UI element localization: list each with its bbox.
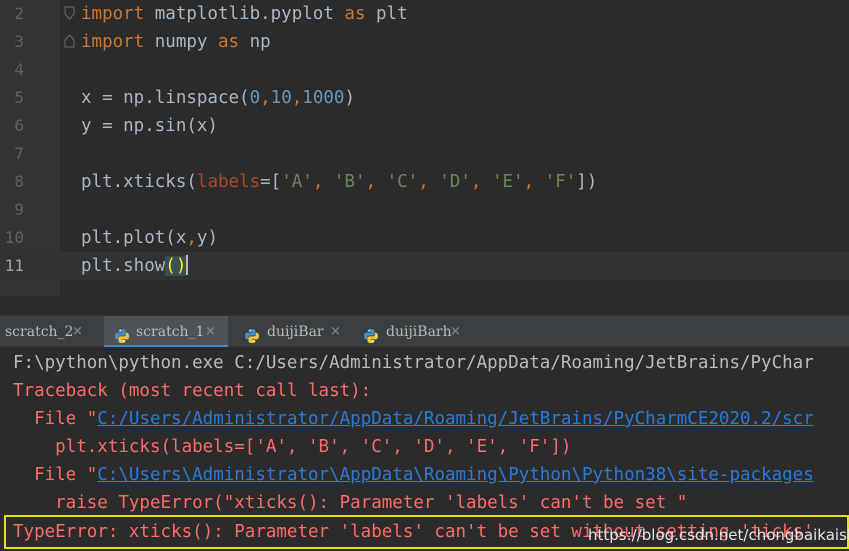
- code-token: ,: [312, 172, 334, 192]
- code-token: 'E': [491, 172, 524, 192]
- code-line[interactable]: 3 import numpy as np: [0, 28, 849, 56]
- close-icon[interactable]: ×: [72, 316, 83, 348]
- code-token: ,: [523, 172, 545, 192]
- code-token: matplotlib.pyplot: [144, 4, 345, 24]
- code-token: import: [81, 32, 145, 52]
- file-prefix: File ": [13, 409, 98, 429]
- tab-label: duijiBar: [267, 324, 324, 340]
- code-text: plt.xticks(labels=['A', 'B', 'C', 'D', '…: [81, 168, 597, 196]
- code-line[interactable]: 9: [0, 196, 849, 224]
- code-token: ]): [576, 172, 598, 192]
- code-token: (): [165, 256, 187, 276]
- line-number: 3: [14, 32, 24, 51]
- code-line[interactable]: 6 y = np.sin(x): [0, 112, 849, 140]
- code-text: import matplotlib.pyplot as plt: [81, 0, 408, 28]
- close-icon[interactable]: ×: [205, 316, 216, 348]
- python-icon: [244, 324, 260, 343]
- tab-scratch-1[interactable]: scratch_1 ×: [104, 316, 228, 348]
- code-token: 'B': [333, 172, 366, 192]
- line-number: 4: [14, 60, 24, 79]
- code-text: plt.plot(x,y): [81, 224, 218, 252]
- code-line[interactable]: 5x = np.linspace(0,10,1000): [0, 84, 849, 112]
- console-command-line: F:\python\python.exe C:/Users/Administra…: [13, 353, 814, 373]
- code-line[interactable]: 2 import matplotlib.pyplot as plt: [0, 0, 849, 28]
- python-icon: [363, 324, 379, 343]
- traceback-file-line: File "C:\Users\Administrator\AppData\Roa…: [13, 461, 814, 489]
- tab-label: scratch_2: [5, 324, 74, 340]
- code-token: plt.show: [81, 256, 166, 276]
- fold-open-icon[interactable]: [64, 6, 75, 20]
- code-token: y = np.sin(x): [81, 116, 218, 136]
- traceback-file-line: File "C:/Users/Administrator/AppData/Roa…: [13, 405, 814, 433]
- code-token: 1000: [302, 88, 345, 108]
- line-number: 5: [14, 88, 24, 107]
- line-number: 8: [14, 172, 24, 191]
- python-icon: [114, 324, 130, 343]
- code-token: =[: [260, 172, 282, 192]
- code-token: ,: [291, 88, 303, 108]
- code-token: as: [217, 32, 240, 52]
- code-token: x = np.linspace(: [81, 88, 250, 108]
- traceback-header: Traceback (most recent call last):: [13, 381, 372, 401]
- code-token: ): [344, 88, 355, 108]
- code-token: y): [196, 228, 218, 248]
- code-token: 0: [249, 88, 261, 108]
- fold-close-icon[interactable]: [64, 34, 75, 48]
- tab-label: scratch_1: [136, 324, 205, 340]
- line-number: 7: [14, 144, 24, 163]
- line-number: 11: [4, 256, 24, 275]
- code-token: ,: [470, 172, 492, 192]
- traceback-code-line: raise TypeError("xticks(): Parameter 'la…: [13, 493, 688, 513]
- tab-label: duijiBarh: [386, 324, 452, 340]
- traceback-code-line: plt.xticks(labels=['A', 'B', 'C', 'D', '…: [13, 437, 572, 457]
- code-token: plt.xticks(: [81, 172, 197, 192]
- code-token: ,: [186, 228, 197, 248]
- code-line[interactable]: 7: [0, 140, 849, 168]
- file-path-link[interactable]: C:/Users/Administrator/AppData/Roaming/J…: [97, 409, 813, 429]
- close-icon[interactable]: ×: [330, 316, 341, 348]
- code-token: plt: [365, 4, 408, 24]
- code-token: plt.plot(x: [81, 228, 187, 248]
- watermark: https://blog.csdn.net/chongbaikaishi: [588, 526, 849, 544]
- code-token: labels: [196, 172, 261, 192]
- code-token: as: [344, 4, 366, 24]
- code-line[interactable]: 11 plt.show(): [0, 252, 849, 280]
- code-text: y = np.sin(x): [81, 112, 218, 140]
- text-caret: [186, 255, 189, 275]
- code-line[interactable]: 8 plt.xticks(labels=['A', 'B', 'C', 'D', …: [0, 168, 849, 196]
- code-token: 'C': [386, 172, 419, 192]
- code-token: 'A': [281, 172, 313, 192]
- code-token: 'D': [439, 172, 471, 192]
- code-token: ,: [365, 172, 387, 192]
- tab-duijibarh[interactable]: duijiBarh ×: [360, 316, 472, 348]
- code-text: x = np.linspace(0,10,1000): [81, 84, 355, 112]
- run-console-output[interactable]: F:\python\python.exe C:/Users/Administra…: [0, 347, 849, 551]
- line-number: 9: [14, 200, 24, 219]
- code-token: ,: [418, 172, 440, 192]
- code-text: plt.show(): [81, 252, 189, 280]
- line-number: 6: [14, 116, 24, 135]
- file-path-link[interactable]: C:\Users\Administrator\AppData\Roaming\P…: [97, 465, 813, 485]
- run-tabs-bar: scratch_2 × scratch_1 × duijiBar × duiji…: [0, 315, 849, 348]
- code-token: np: [239, 32, 271, 52]
- tab-scratch-2[interactable]: scratch_2 ×: [0, 316, 92, 348]
- code-token: numpy: [144, 32, 218, 52]
- tab-duijibar[interactable]: duijiBar ×: [240, 316, 350, 348]
- line-number: 2: [14, 4, 24, 23]
- file-prefix: File ": [13, 465, 98, 485]
- code-token: import: [81, 4, 145, 24]
- code-token: ,: [260, 88, 271, 108]
- code-editor[interactable]: 2 import matplotlib.pyplot as plt 3 import …: [0, 0, 849, 296]
- code-line[interactable]: 4: [0, 56, 849, 84]
- code-text: import numpy as np: [81, 28, 271, 56]
- close-icon[interactable]: ×: [450, 316, 461, 348]
- line-number: 10: [4, 228, 24, 247]
- code-line[interactable]: 10 plt.plot(x,y): [0, 224, 849, 252]
- code-token: 'F': [544, 172, 577, 192]
- code-token: 10: [270, 88, 292, 108]
